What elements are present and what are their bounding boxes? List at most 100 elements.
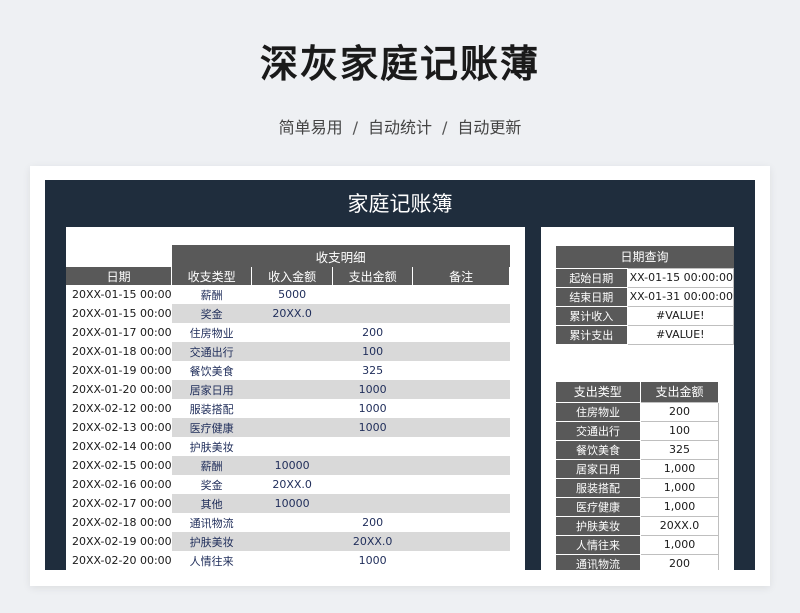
ledger-date-cell[interactable]: 20XX-01-15 00:00: [66, 285, 172, 304]
ledger-note-cell[interactable]: [413, 285, 510, 304]
ledger-income-cell[interactable]: [252, 513, 333, 532]
ledger-income-cell[interactable]: [252, 551, 333, 570]
ledger-expense-cell[interactable]: 100: [332, 342, 413, 361]
expense-amount-cell[interactable]: 20XX.0: [640, 515, 719, 536]
ledger-income-cell[interactable]: 10000: [251, 494, 333, 513]
query-value[interactable]: XX-01-15 00:00:00: [626, 267, 734, 288]
query-value[interactable]: #VALUE!: [626, 305, 734, 326]
expense-amount-cell[interactable]: 1,000: [640, 496, 719, 517]
ledger-type-cell[interactable]: 住房物业: [172, 323, 252, 342]
ledger-income-cell[interactable]: [252, 323, 333, 342]
ledger-income-cell[interactable]: [252, 361, 333, 380]
ledger-expense-cell[interactable]: 1000: [332, 418, 413, 437]
ledger-type-cell[interactable]: 护肤美妆: [171, 532, 252, 551]
ledger-income-cell[interactable]: [252, 399, 333, 418]
date-query-title: 日期查询: [555, 246, 734, 268]
ledger-note-cell[interactable]: [412, 418, 510, 437]
table-row: 20XX-02-17 00:00 其他 10000: [66, 494, 510, 513]
ledger-note-cell[interactable]: [412, 380, 510, 399]
ledger-note-cell[interactable]: [412, 456, 510, 475]
ledger-date-cell[interactable]: 20XX-02-19 00:00: [66, 532, 172, 551]
ledger-income-cell[interactable]: 20XX.0: [251, 304, 333, 323]
ledger-expense-cell[interactable]: [332, 304, 413, 323]
ledger-type-cell[interactable]: 薪酬: [172, 285, 252, 304]
ledger-income-cell[interactable]: [251, 342, 333, 361]
ledger-note-cell[interactable]: [412, 304, 510, 323]
ledger-type-cell[interactable]: 餐饮美食: [172, 361, 252, 380]
ledger-type-cell[interactable]: 医疗健康: [171, 418, 252, 437]
ledger-expense-cell[interactable]: [332, 494, 413, 513]
ledger-note-cell[interactable]: [412, 532, 510, 551]
ledger-type-cell[interactable]: 薪酬: [171, 456, 252, 475]
ledger-type-cell[interactable]: 人情往来: [172, 551, 252, 570]
ledger-expense-cell[interactable]: 325: [333, 361, 413, 380]
ledger-note-cell[interactable]: [413, 475, 510, 494]
ledger-note-cell[interactable]: [413, 437, 510, 456]
ledger-date-cell[interactable]: 20XX-02-16 00:00: [66, 475, 172, 494]
ledger-note-cell[interactable]: [413, 551, 510, 570]
ledger-expense-cell[interactable]: 20XX.0: [332, 532, 413, 551]
ledger-type-cell[interactable]: 居家日用: [171, 380, 252, 399]
expense-amount-cell[interactable]: 200: [640, 401, 719, 422]
ledger-income-cell[interactable]: [252, 437, 333, 456]
table-row: 20XX-02-16 00:00 奖金 20XX.0: [66, 475, 510, 494]
ledger-date-cell[interactable]: 20XX-01-20 00:00: [66, 380, 172, 399]
table-row: 居家日用 1,000: [555, 458, 719, 479]
ledger-note-cell[interactable]: [413, 399, 510, 418]
expense-amount-cell[interactable]: 200: [640, 553, 719, 570]
ledger-type-cell[interactable]: 交通出行: [171, 342, 252, 361]
ledger-date-cell[interactable]: 20XX-02-14 00:00: [66, 437, 172, 456]
table-row: 20XX-01-15 00:00 奖金 20XX.0: [66, 304, 510, 323]
subtitle-part: 自动统计: [367, 118, 432, 137]
ledger-income-cell[interactable]: [251, 532, 333, 551]
ledger-date-cell[interactable]: 20XX-01-18 00:00: [66, 342, 172, 361]
ledger-income-cell[interactable]: [251, 418, 333, 437]
ledger-expense-cell[interactable]: 200: [333, 323, 413, 342]
ledger-expense-cell[interactable]: 1000: [333, 551, 413, 570]
ledger-note-cell[interactable]: [413, 513, 510, 532]
ledger-type-cell[interactable]: 奖金: [171, 304, 252, 323]
ledger-date-cell[interactable]: 20XX-01-15 00:00: [66, 304, 172, 323]
ledger-income-cell[interactable]: 10000: [251, 456, 333, 475]
ledger-expense-cell[interactable]: [333, 475, 413, 494]
ledger-expense-cell[interactable]: [333, 285, 413, 304]
ledger-expense-cell[interactable]: 200: [333, 513, 413, 532]
ledger-expense-cell[interactable]: 1000: [332, 380, 413, 399]
ledger-income-cell[interactable]: 5000: [252, 285, 333, 304]
query-value[interactable]: #VALUE!: [626, 324, 734, 345]
ledger-note-cell[interactable]: [413, 361, 510, 380]
ledger-date-cell[interactable]: 20XX-02-15 00:00: [66, 456, 172, 475]
ledger-type-cell[interactable]: 护肤美妆: [172, 437, 252, 456]
ledger-date-cell[interactable]: 20XX-01-19 00:00: [66, 361, 172, 380]
ledger-type-cell[interactable]: 其他: [171, 494, 252, 513]
ledger-date-cell[interactable]: 20XX-01-17 00:00: [66, 323, 172, 342]
ledger-note-cell[interactable]: [413, 323, 510, 342]
ledger-expense-cell[interactable]: 1000: [333, 399, 413, 418]
ledger-type-cell[interactable]: 通讯物流: [172, 513, 252, 532]
expense-amount-cell[interactable]: 1,000: [640, 477, 719, 498]
expense-amount-cell[interactable]: 1,000: [640, 534, 719, 555]
ledger-type-cell[interactable]: 奖金: [172, 475, 252, 494]
ledger-date-cell[interactable]: 20XX-02-12 00:00: [66, 399, 172, 418]
subtitle-separator: /: [442, 118, 448, 137]
expense-amount-cell[interactable]: 325: [640, 439, 719, 460]
ledger-date-cell[interactable]: 20XX-02-18 00:00: [66, 513, 172, 532]
ledger-income-cell[interactable]: 20XX.0: [252, 475, 333, 494]
ledger-income-cell[interactable]: [251, 380, 333, 399]
ledger-type-cell[interactable]: 服装搭配: [172, 399, 252, 418]
ledger-date-cell[interactable]: 20XX-02-20 00:00: [66, 551, 172, 570]
ledger-expense-cell[interactable]: [333, 437, 413, 456]
query-label: 累计收入: [555, 305, 628, 326]
expense-amount-cell[interactable]: 1,000: [640, 458, 719, 479]
expense-type-cell: 居家日用: [555, 458, 641, 479]
ledger-column-header: 支出金额: [332, 267, 414, 285]
ledger-note-cell[interactable]: [412, 494, 510, 513]
query-value[interactable]: XX-01-31 00:00:00: [626, 286, 734, 307]
ledger-date-cell[interactable]: 20XX-02-13 00:00: [66, 418, 172, 437]
ledger-date-cell[interactable]: 20XX-02-17 00:00: [66, 494, 172, 513]
ledger-table: 收支明细 日期 收支类型 收入金额 支出金额 备注 20XX-01-15 00:00 薪酬…: [66, 245, 511, 570]
ledger-note-cell[interactable]: [412, 342, 510, 361]
expense-amount-cell[interactable]: 100: [640, 420, 719, 441]
ledger-expense-cell[interactable]: [332, 456, 413, 475]
table-row: 20XX-02-15 00:00 薪酬 10000: [66, 456, 510, 475]
